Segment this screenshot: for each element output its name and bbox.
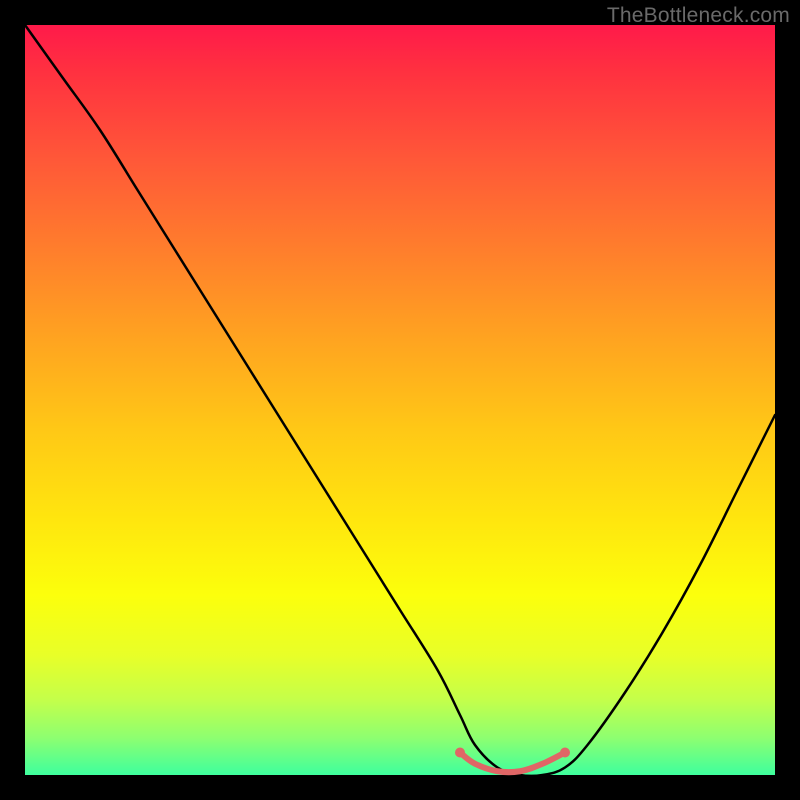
chart-container: TheBottleneck.com <box>0 0 800 800</box>
watermark-text: TheBottleneck.com <box>607 4 790 28</box>
plot-area <box>25 25 775 775</box>
highlight-flat-segment <box>460 753 565 773</box>
right-end-dot <box>560 748 570 758</box>
left-end-dot <box>455 748 465 758</box>
chart-svg <box>25 25 775 775</box>
bottleneck-curve <box>25 25 775 776</box>
